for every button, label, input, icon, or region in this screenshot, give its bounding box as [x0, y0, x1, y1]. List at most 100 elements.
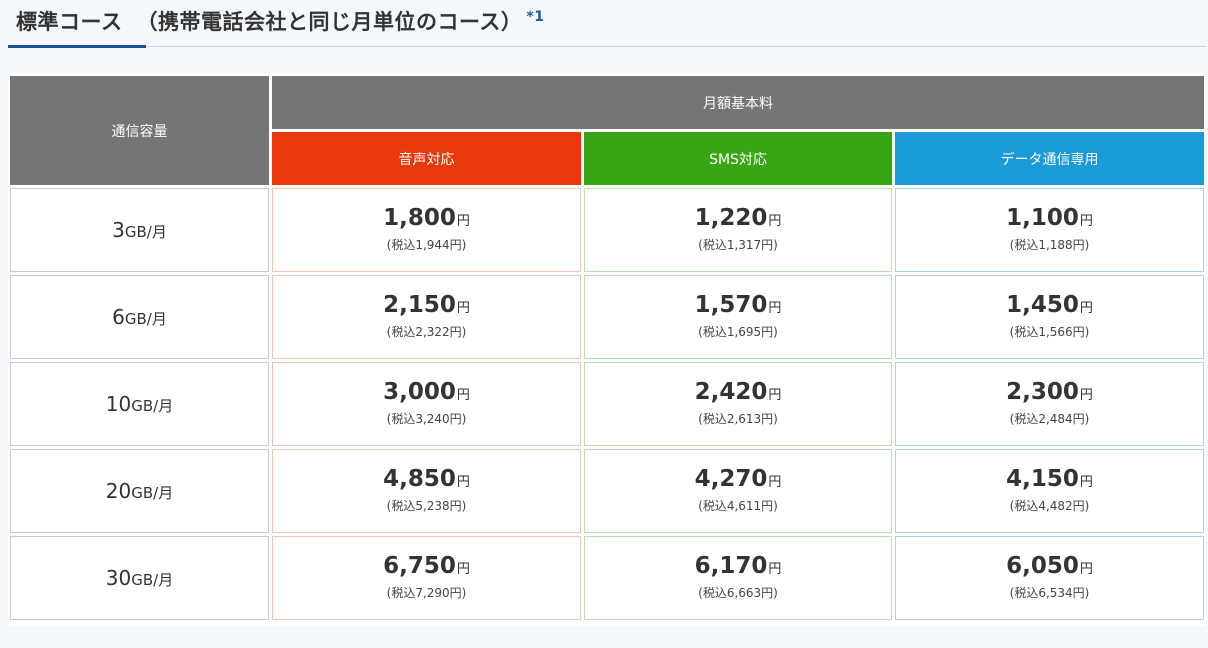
- price-cell-sms: 4,270円 (税込4,611円): [584, 449, 892, 533]
- column-header-data: データ通信専用: [895, 132, 1204, 185]
- tax-included-price: (税込1,317円): [698, 238, 778, 252]
- monthly-fee-header: 月額基本料: [272, 76, 1204, 129]
- tax-included-price: (税込2,613円): [698, 412, 778, 426]
- tax-included-price: (税込6,534円): [1009, 586, 1090, 600]
- price-value: 6,050: [1006, 553, 1079, 579]
- price-currency: 円: [768, 214, 782, 229]
- footnote-link[interactable]: *1: [526, 9, 544, 25]
- price-currency: 円: [456, 562, 470, 577]
- price: 4,850円: [383, 468, 470, 491]
- title-divider: [8, 46, 1206, 47]
- price-cell-voice: 2,150円 (税込2,322円): [272, 275, 581, 359]
- price-value: 1,220: [694, 205, 768, 231]
- column-header-voice-label: 音声対応: [398, 151, 455, 168]
- price-value: 6,170: [694, 553, 768, 579]
- tax-included-price: (税込1,566円): [1009, 325, 1090, 339]
- tax-included-price: (税込4,482円): [1009, 499, 1090, 513]
- price-currency: 円: [1079, 475, 1093, 490]
- price-value: 1,100: [1006, 205, 1079, 231]
- monthly-fee-header-label: 月額基本料: [703, 95, 773, 112]
- price: 2,300円: [1006, 381, 1093, 404]
- capacity-cell: 6 GB/月: [10, 275, 269, 359]
- price-value: 1,450: [1006, 292, 1079, 318]
- price-currency: 円: [1079, 562, 1093, 577]
- column-header-data-label: データ通信専用: [1000, 151, 1099, 168]
- price: 6,750円: [383, 555, 470, 578]
- course-title: 標準コース: [16, 10, 123, 34]
- price-cell-data: 1,100円 (税込1,188円): [895, 188, 1204, 272]
- price-currency: 円: [768, 301, 782, 316]
- price-cell-voice: 1,800円 (税込1,944円): [272, 188, 581, 272]
- price-currency: 円: [456, 388, 470, 403]
- price: 4,270円: [695, 468, 782, 491]
- capacity-value: 30: [105, 566, 132, 590]
- price-cell-data: 2,300円 (税込2,484円): [895, 362, 1204, 446]
- price-currency: 円: [1079, 214, 1093, 229]
- price: 1,450円: [1006, 294, 1093, 317]
- price-value: 3,000: [383, 379, 456, 405]
- capacity-unit: GB/月: [131, 484, 174, 502]
- price-value: 4,270: [694, 466, 768, 492]
- price: 6,170円: [695, 555, 782, 578]
- capacity-value: 10: [105, 392, 132, 416]
- price-cell-data: 1,450円 (税込1,566円): [895, 275, 1204, 359]
- capacity-unit: GB/月: [131, 397, 174, 415]
- capacity-cell: 30 GB/月: [10, 536, 269, 620]
- capacity-unit: GB/月: [131, 571, 174, 589]
- tax-included-price: (税込1,944円): [386, 238, 467, 252]
- price-value: 4,850: [383, 466, 456, 492]
- price: 1,800円: [383, 207, 470, 230]
- tax-included-price: (税込6,663円): [698, 586, 778, 600]
- price-cell-data: 4,150円 (税込4,482円): [895, 449, 1204, 533]
- tax-included-price: (税込2,484円): [1009, 412, 1090, 426]
- column-header-sms: SMS対応: [584, 132, 892, 185]
- capacity-unit: GB/月: [124, 310, 167, 328]
- price-currency: 円: [1079, 388, 1093, 403]
- price: 1,100円: [1006, 207, 1093, 230]
- price-value: 1,800: [383, 205, 456, 231]
- section-header: 標準コース （携帯電話会社と同じ月単位のコース） *1: [0, 0, 1208, 48]
- price-currency: 円: [1079, 301, 1093, 316]
- capacity-unit: GB/月: [124, 223, 167, 241]
- price-value: 4,150: [1006, 466, 1079, 492]
- capacity-cell: 10 GB/月: [10, 362, 269, 446]
- price-currency: 円: [456, 301, 470, 316]
- price-value: 2,300: [1006, 379, 1079, 405]
- tax-included-price: (税込4,611円): [698, 499, 778, 513]
- capacity-cell: 20 GB/月: [10, 449, 269, 533]
- price-value: 1,570: [694, 292, 768, 318]
- tax-included-price: (税込2,322円): [386, 325, 467, 339]
- pricing-table: 通信容量 月額基本料 音声対応 SMS対応 データ通信専用 3 GB/月 1,800…: [8, 73, 1206, 626]
- capacity-value: 6: [112, 305, 125, 329]
- price-currency: 円: [768, 388, 782, 403]
- capacity-value: 3: [112, 218, 125, 242]
- price: 1,220円: [695, 207, 782, 230]
- title-underline: [8, 45, 146, 48]
- tax-included-price: (税込3,240円): [386, 412, 467, 426]
- capacity-cell: 3 GB/月: [10, 188, 269, 272]
- tax-included-price: (税込1,188円): [1009, 238, 1090, 252]
- price-currency: 円: [456, 475, 470, 490]
- price-value: 2,150: [383, 292, 456, 318]
- tax-included-price: (税込1,695円): [698, 325, 778, 339]
- price: 2,420円: [695, 381, 782, 404]
- column-header-sms-label: SMS対応: [709, 151, 767, 168]
- price-cell-sms: 2,420円 (税込2,613円): [584, 362, 892, 446]
- price-cell-data: 6,050円 (税込6,534円): [895, 536, 1204, 620]
- price: 2,150円: [383, 294, 470, 317]
- price: 1,570円: [695, 294, 782, 317]
- price-cell-sms: 1,220円 (税込1,317円): [584, 188, 892, 272]
- column-header-voice: 音声対応: [272, 132, 581, 185]
- price-cell-voice: 3,000円 (税込3,240円): [272, 362, 581, 446]
- price-cell-voice: 6,750円 (税込7,290円): [272, 536, 581, 620]
- price-currency: 円: [456, 214, 470, 229]
- price-cell-voice: 4,850円 (税込5,238円): [272, 449, 581, 533]
- price-cell-sms: 6,170円 (税込6,663円): [584, 536, 892, 620]
- capacity-header-label: 通信容量: [111, 123, 168, 140]
- price-cell-sms: 1,570円 (税込1,695円): [584, 275, 892, 359]
- price: 3,000円: [383, 381, 470, 404]
- price-currency: 円: [768, 475, 782, 490]
- capacity-header: 通信容量: [10, 76, 269, 185]
- price-value: 2,420: [694, 379, 768, 405]
- price-value: 6,750: [383, 553, 456, 579]
